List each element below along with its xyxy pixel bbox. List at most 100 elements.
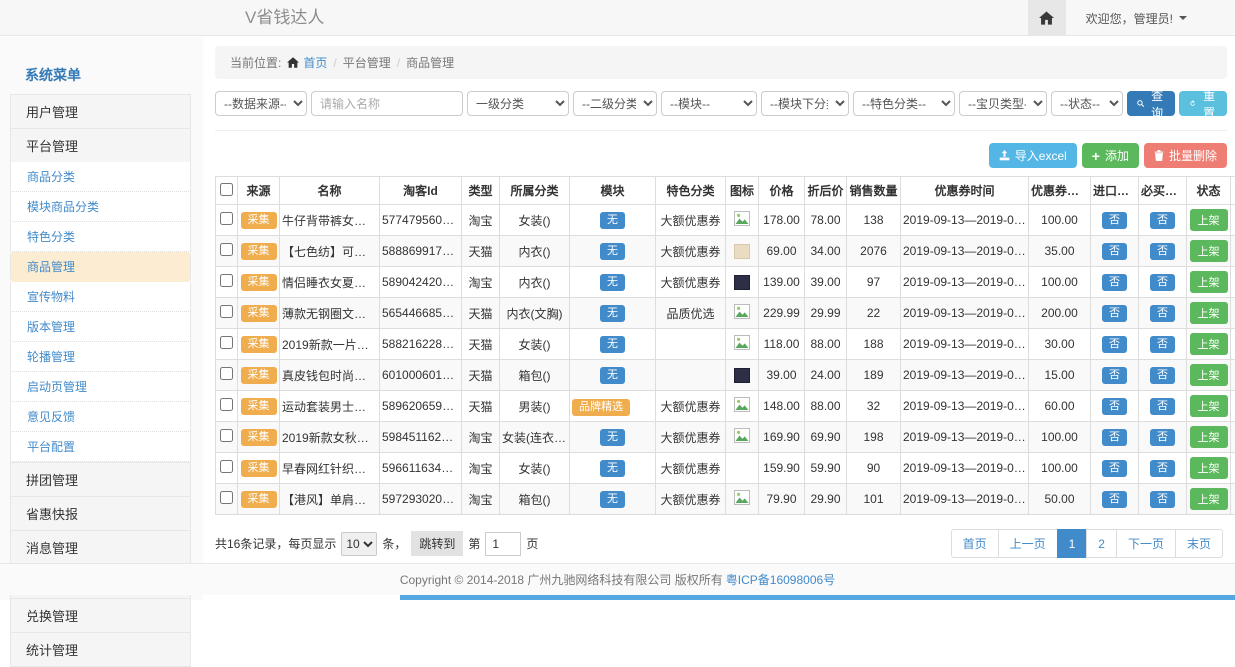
on-shelf-button[interactable]: 上架 bbox=[1190, 240, 1228, 262]
sidebar-item-platform-config[interactable]: 平台配置 bbox=[10, 432, 191, 462]
page-button-上一页[interactable]: 上一页 bbox=[998, 529, 1058, 558]
page-button-首页[interactable]: 首页 bbox=[951, 529, 999, 558]
sidebar-item-feature-category[interactable]: 特色分类 bbox=[10, 222, 191, 252]
import-toggle-badge[interactable]: 否 bbox=[1102, 460, 1127, 477]
add-button[interactable]: + 添加 bbox=[1082, 143, 1139, 168]
cell-taoke-id: 588216228899 bbox=[380, 329, 462, 360]
on-shelf-button[interactable]: 上架 bbox=[1190, 302, 1228, 324]
sidebar-item-exchange[interactable]: 兑换管理 bbox=[10, 598, 191, 632]
import-toggle-badge[interactable]: 否 bbox=[1102, 398, 1127, 415]
sidebar-item-promo-materials[interactable]: 宣传物料 bbox=[10, 282, 191, 312]
sidebar-item-messages[interactable]: 消息管理 bbox=[10, 530, 191, 564]
row-checkbox[interactable] bbox=[220, 243, 233, 256]
user-menu[interactable]: 欢迎您，管理员! bbox=[1066, 10, 1235, 27]
cell-source: 采集 bbox=[238, 453, 280, 484]
import-toggle-badge[interactable]: 否 bbox=[1102, 212, 1127, 229]
row-checkbox[interactable] bbox=[220, 336, 233, 349]
must-buy-toggle-badge[interactable]: 否 bbox=[1150, 305, 1175, 322]
row-checkbox[interactable] bbox=[220, 274, 233, 287]
icp-link[interactable]: 粤ICP备16098006号 bbox=[726, 571, 835, 588]
page-button-下一页[interactable]: 下一页 bbox=[1116, 529, 1176, 558]
on-shelf-button[interactable]: 上架 bbox=[1190, 395, 1228, 417]
status-select[interactable]: --状态-- bbox=[1051, 91, 1123, 116]
table-row: 采集运动套装男士卫衣初秋...589620659791天猫男装()品牌精选爱上运… bbox=[216, 391, 1235, 422]
must-buy-toggle-badge[interactable]: 否 bbox=[1150, 429, 1175, 446]
sidebar-item-goods-category[interactable]: 商品分类 bbox=[10, 162, 191, 192]
table-row: 采集早春网红针织外套女春...596611634525淘宝女装()无大额优惠券1… bbox=[216, 453, 1235, 484]
batch-delete-button[interactable]: 批量删除 bbox=[1144, 143, 1227, 168]
name-input[interactable] bbox=[311, 91, 463, 116]
sidebar-item-platform[interactable]: 平台管理 bbox=[10, 128, 191, 162]
page-button-末页[interactable]: 末页 bbox=[1175, 529, 1223, 558]
must-buy-toggle-badge[interactable]: 否 bbox=[1150, 336, 1175, 353]
row-checkbox[interactable] bbox=[220, 398, 233, 411]
import-toggle-badge[interactable]: 否 bbox=[1102, 491, 1127, 508]
cell-source: 采集 bbox=[238, 236, 280, 267]
reset-button[interactable]: 重置 bbox=[1179, 91, 1227, 116]
must-buy-toggle-badge[interactable]: 否 bbox=[1150, 398, 1175, 415]
level2-category-select[interactable]: --二级分类-- bbox=[573, 91, 657, 116]
cell-sales: 188 bbox=[847, 329, 901, 360]
sidebar-item-splash-page[interactable]: 启动页管理 bbox=[10, 372, 191, 402]
feature-category-select[interactable]: --特色分类-- bbox=[853, 91, 955, 116]
data-source-select[interactable]: --数据来源-- bbox=[215, 91, 307, 116]
jump-prefix: 第 bbox=[468, 535, 480, 552]
on-shelf-button[interactable]: 上架 bbox=[1190, 333, 1228, 355]
page-button-1[interactable]: 1 bbox=[1057, 529, 1088, 558]
level1-category-select[interactable]: 一级分类 bbox=[467, 91, 569, 116]
cell-coupon-amount: 200.00 bbox=[1029, 298, 1091, 329]
row-checkbox[interactable] bbox=[220, 212, 233, 225]
sidebar-item-feedback[interactable]: 意见反馈 bbox=[10, 402, 191, 432]
breadcrumb-home-link[interactable]: 首页 bbox=[287, 54, 327, 71]
on-shelf-button[interactable]: 上架 bbox=[1190, 364, 1228, 386]
cell-discount-price: 34.00 bbox=[805, 236, 847, 267]
on-shelf-button[interactable]: 上架 bbox=[1190, 271, 1228, 293]
import-excel-button[interactable]: 导入excel bbox=[989, 143, 1077, 168]
cell-taoke-id: 577479560965 bbox=[380, 205, 462, 236]
per-page-select[interactable]: 10 bbox=[341, 532, 377, 556]
row-checkbox[interactable] bbox=[220, 491, 233, 504]
item-type-select[interactable]: --宝贝类型-- bbox=[959, 91, 1047, 116]
must-buy-toggle-badge[interactable]: 否 bbox=[1150, 491, 1175, 508]
module-sub-category-select[interactable]: --模块下分类-- bbox=[761, 91, 849, 116]
module-select[interactable]: --模块-- bbox=[661, 91, 757, 116]
jump-button[interactable]: 跳转到 bbox=[411, 531, 463, 556]
select-all-checkbox[interactable] bbox=[220, 183, 233, 196]
import-toggle-badge[interactable]: 否 bbox=[1102, 367, 1127, 384]
sidebar-item-stats[interactable]: 统计管理 bbox=[10, 632, 191, 667]
import-toggle-badge[interactable]: 否 bbox=[1102, 243, 1127, 260]
cell-source: 采集 bbox=[238, 391, 280, 422]
sidebar-item-carousel[interactable]: 轮播管理 bbox=[10, 342, 191, 372]
search-button[interactable]: 查询 bbox=[1127, 91, 1175, 116]
import-toggle-badge[interactable]: 否 bbox=[1102, 274, 1127, 291]
sidebar-item-version[interactable]: 版本管理 bbox=[10, 312, 191, 342]
sidebar-item-express-news[interactable]: 省惠快报 bbox=[10, 496, 191, 530]
on-shelf-button[interactable]: 上架 bbox=[1190, 209, 1228, 231]
page-number-input[interactable] bbox=[485, 532, 521, 556]
row-checkbox[interactable] bbox=[220, 305, 233, 318]
import-toggle-badge[interactable]: 否 bbox=[1102, 305, 1127, 322]
table-row: 采集情侣睡衣女夏丝绸男士...589042420344淘宝内衣()无大额优惠券1… bbox=[216, 267, 1235, 298]
row-checkbox[interactable] bbox=[220, 429, 233, 442]
row-checkbox[interactable] bbox=[220, 367, 233, 380]
home-button[interactable] bbox=[1028, 0, 1066, 36]
record-count-text: 共16条记录，每页显示 bbox=[215, 535, 336, 552]
import-toggle-badge[interactable]: 否 bbox=[1102, 429, 1127, 446]
on-shelf-button[interactable]: 上架 bbox=[1190, 457, 1228, 479]
sidebar-item-group-buy[interactable]: 拼团管理 bbox=[10, 462, 191, 496]
must-buy-toggle-badge[interactable]: 否 bbox=[1150, 212, 1175, 229]
import-toggle-badge[interactable]: 否 bbox=[1102, 336, 1127, 353]
on-shelf-button[interactable]: 上架 bbox=[1190, 426, 1228, 448]
row-checkbox[interactable] bbox=[220, 460, 233, 473]
must-buy-toggle-badge[interactable]: 否 bbox=[1150, 460, 1175, 477]
cell-discount-price: 88.00 bbox=[805, 391, 847, 422]
must-buy-toggle-badge[interactable]: 否 bbox=[1150, 243, 1175, 260]
sidebar-item-goods-management[interactable]: 商品管理 bbox=[10, 252, 191, 282]
must-buy-toggle-badge[interactable]: 否 bbox=[1150, 367, 1175, 384]
page-button-2[interactable]: 2 bbox=[1086, 529, 1117, 558]
sidebar-item-module-goods-category[interactable]: 模块商品分类 bbox=[10, 192, 191, 222]
sidebar-item-users[interactable]: 用户管理 bbox=[10, 94, 191, 128]
cell-name: 薄款无钢圈文胸聚拢性... bbox=[280, 298, 380, 329]
on-shelf-button[interactable]: 上架 bbox=[1190, 488, 1228, 510]
must-buy-toggle-badge[interactable]: 否 bbox=[1150, 274, 1175, 291]
